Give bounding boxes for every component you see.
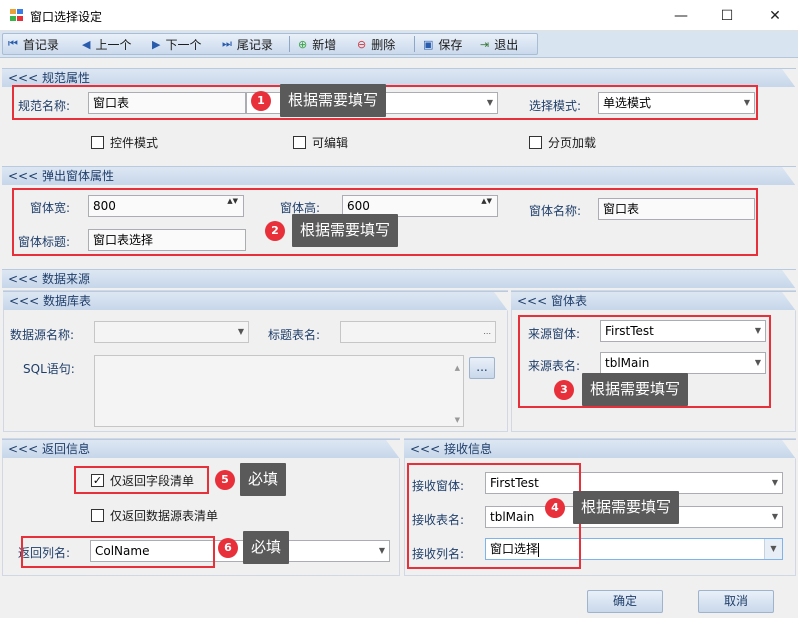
toolbar-separator <box>414 36 415 52</box>
minimize-button[interactable]: — <box>658 0 704 31</box>
datasource-section-header[interactable]: <<< 数据来源 <box>2 269 796 289</box>
annotation-tip-5: 必填 <box>240 463 287 496</box>
delete-icon: ⊖ <box>357 37 367 51</box>
app-icon <box>10 9 23 21</box>
last-icon: ⏭ <box>222 37 232 50</box>
annotation-box-5 <box>74 466 209 494</box>
add-button[interactable]: ⊕ 新增 <box>298 34 336 54</box>
annotation-badge-1: 1 <box>251 91 271 111</box>
last-record-button[interactable]: ⏭ 尾记录 <box>222 34 273 54</box>
form-table-header[interactable]: <<< 窗体表 <box>511 291 796 311</box>
sql-browse-button[interactable]: ... <box>469 357 495 379</box>
paging-checkbox[interactable]: 分页加载 <box>529 134 596 151</box>
annotation-badge-5: 5 <box>215 470 235 490</box>
chevron-down-icon: ▼ <box>237 327 244 336</box>
chevron-down-icon: ▼ <box>771 512 778 521</box>
control-mode-checkbox[interactable]: 控件模式 <box>91 134 158 151</box>
annotation-tip-2: 根据需要填写 <box>292 214 399 247</box>
first-record-button[interactable]: ⏮ 首记录 <box>8 34 59 54</box>
delete-button[interactable]: ⊖ 删除 <box>357 34 395 54</box>
close-button[interactable]: ✕ <box>752 0 798 31</box>
annotation-badge-4: 4 <box>545 498 565 518</box>
maximize-button[interactable]: ☐ <box>704 0 750 31</box>
annotation-tip-1: 根据需要填写 <box>280 84 387 117</box>
first-icon: ⏮ <box>8 37 18 50</box>
toolbar-separator <box>289 36 290 52</box>
add-icon: ⊕ <box>298 37 308 51</box>
title-bar: 窗口选择设定 — ☐ ✕ <box>0 0 798 31</box>
annotation-badge-3: 3 <box>554 380 574 400</box>
chevron-down-icon[interactable]: ▼ <box>764 539 782 559</box>
sql-label: SQL语句: <box>23 362 75 376</box>
datasource-name-label: 数据源名称: <box>10 328 75 342</box>
sql-textarea[interactable]: ▲ ▼ <box>94 355 464 427</box>
toolbar: ⏮ 首记录 ◀ 上一个 ▶ 下一个 ⏭ 尾记录 ⊕ 新增 ⊖ 删除 ▣ 保存 ⇥ 退出 <box>0 31 798 58</box>
return-section-header[interactable]: <<< 返回信息 <box>2 439 400 459</box>
db-table-header[interactable]: <<< 数据库表 <box>3 291 508 311</box>
receive-section-header[interactable]: <<< 接收信息 <box>404 439 796 459</box>
next-icon: ▶ <box>152 37 161 51</box>
cancel-button[interactable]: 取消 <box>698 590 774 613</box>
popup-section-header[interactable]: <<< 弹出窗体属性 <box>2 166 796 186</box>
annotation-tip-6: 必填 <box>243 531 290 564</box>
chevron-down-icon: ▼ <box>771 478 778 487</box>
editable-checkbox[interactable]: 可编辑 <box>293 134 348 151</box>
exit-icon: ⇥ <box>480 37 490 51</box>
title-table-label: 标题表名: <box>268 328 321 342</box>
next-record-button[interactable]: ▶ 下一个 <box>152 34 201 54</box>
exit-button[interactable]: ⇥ 退出 <box>480 34 518 54</box>
annotation-tip-3: 根据需要填写 <box>582 373 689 406</box>
only-ds-checkbox[interactable]: 仅返回数据源表清单 <box>91 507 218 524</box>
save-button[interactable]: ▣ 保存 <box>423 34 462 54</box>
save-icon: ▣ <box>423 37 434 51</box>
ok-button[interactable]: 确定 <box>587 590 663 613</box>
window-title: 窗口选择设定 <box>30 10 103 24</box>
annotation-tip-4: 根据需要填写 <box>573 491 680 524</box>
prev-icon: ◀ <box>82 37 91 51</box>
annotation-box-6 <box>21 536 215 568</box>
annotation-badge-6: 6 <box>218 538 238 558</box>
prev-record-button[interactable]: ◀ 上一个 <box>82 34 131 54</box>
chevron-down-icon: ▼ <box>378 546 385 555</box>
datasource-name-dropdown[interactable]: ▼ <box>94 321 249 343</box>
annotation-badge-2: 2 <box>265 221 285 241</box>
title-table-input[interactable]: ... <box>340 321 496 343</box>
